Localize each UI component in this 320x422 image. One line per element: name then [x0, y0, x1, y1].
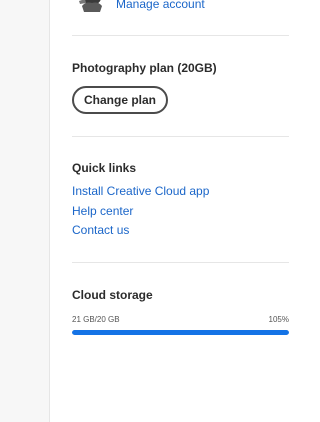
avatar: [79, 0, 102, 12]
divider: [72, 35, 289, 36]
plan-name: Photography plan (20GB): [72, 61, 217, 75]
quick-links-title: Quick links: [72, 161, 137, 175]
contact-us-link[interactable]: Contact us: [72, 223, 129, 237]
storage-percent: 105%: [268, 315, 289, 324]
divider: [72, 136, 289, 137]
change-plan-button[interactable]: Change plan: [72, 86, 168, 114]
account-panel-page: Manage account Photography plan (20GB) C…: [0, 0, 300, 422]
storage-progress-bar: [72, 330, 289, 335]
storage-progress-fill: [72, 330, 289, 335]
cloud-storage-title: Cloud storage: [72, 288, 153, 302]
storage-usage-text: 21 GB/20 GB: [72, 315, 120, 324]
install-creative-cloud-link[interactable]: Install Creative Cloud app: [72, 184, 209, 198]
left-gutter: [0, 0, 50, 422]
manage-account-link[interactable]: Manage account: [116, 0, 205, 11]
divider: [72, 262, 289, 263]
help-center-link[interactable]: Help center: [72, 204, 133, 218]
